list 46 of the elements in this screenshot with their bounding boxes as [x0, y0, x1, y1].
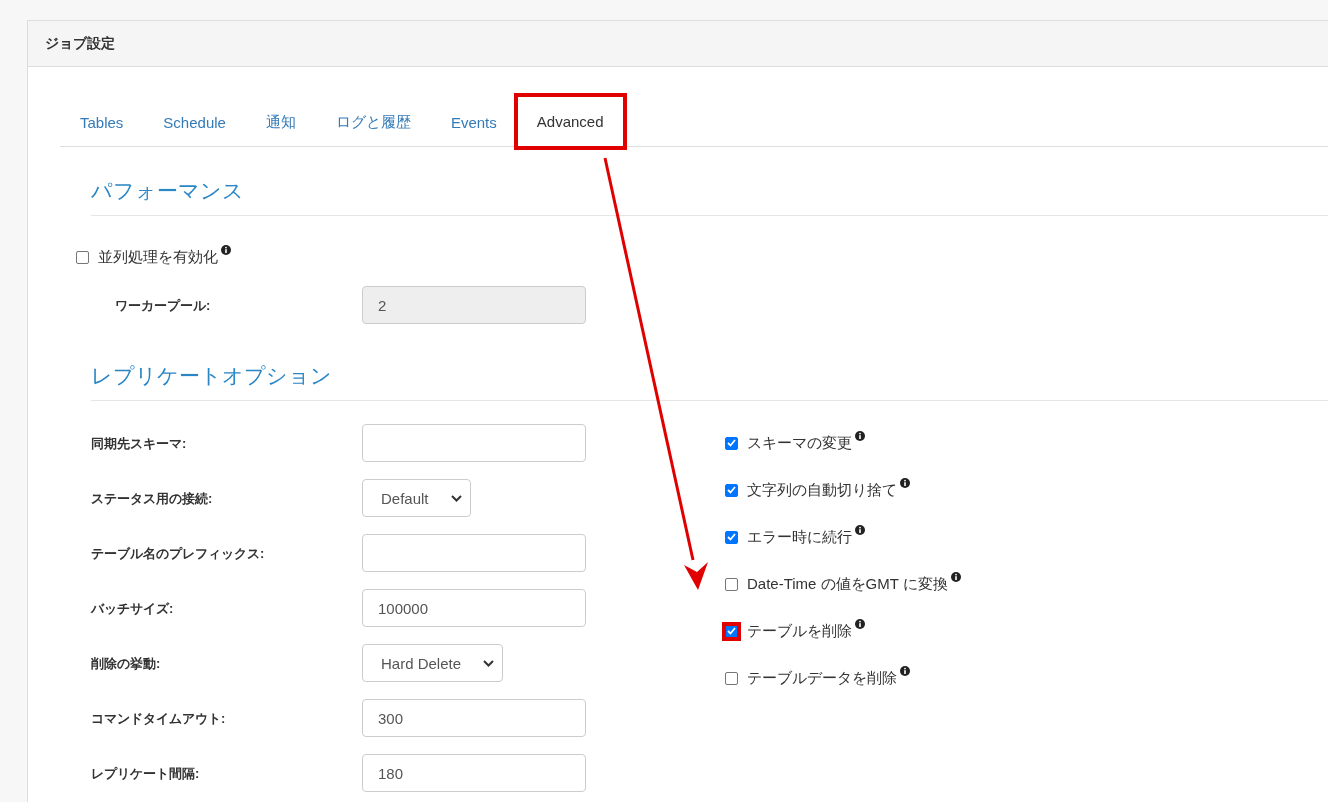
dropdown[interactable]: Default — [362, 479, 471, 517]
tab[interactable]: Tables — [60, 97, 144, 147]
checkbox-label: テーブルを削除 — [747, 621, 852, 641]
tab[interactable]: 通知 — [245, 97, 316, 147]
input-field[interactable]: 300 — [362, 699, 586, 737]
field-label: コマンドタイムアウト: — [91, 710, 226, 726]
checkbox[interactable] — [76, 250, 89, 264]
field-label: 削除の挙動: — [91, 655, 161, 671]
checkbox-label: テーブルデータを削除 — [747, 668, 897, 688]
checkbox[interactable] — [725, 530, 738, 544]
checkbox-label: Date-Time の値をGMT に変換 — [747, 574, 948, 594]
tab[interactable]: Events — [430, 97, 517, 147]
checkbox[interactable] — [725, 671, 738, 685]
chevron-down-icon — [450, 494, 462, 502]
info-icon — [221, 245, 231, 255]
dropdown[interactable]: Hard Delete — [362, 644, 504, 682]
tab[interactable]: ログと履歴 — [315, 97, 431, 147]
field-label: バッチサイズ: — [91, 600, 174, 616]
info-icon — [855, 619, 865, 629]
field-label: レプリケート間隔: — [91, 765, 200, 781]
tab[interactable]: Schedule — [143, 97, 246, 147]
section-heading: パフォーマンス — [91, 147, 1328, 216]
checkbox-label: 並列処理を有効化 — [98, 247, 218, 267]
info-icon — [950, 572, 961, 582]
checkbox-label: スキーマの変更 — [747, 433, 852, 453]
section-heading: レプリケートオプション — [91, 324, 1328, 401]
field-label: ステータス用の接続: — [91, 490, 213, 506]
checkbox[interactable] — [725, 483, 738, 497]
checkbox-label: 文字列の自動切り捨て — [747, 480, 897, 500]
info-icon — [855, 525, 865, 535]
input-field[interactable]: 180 — [362, 754, 586, 792]
checkbox[interactable] — [725, 577, 738, 591]
chevron-down-icon — [483, 659, 495, 667]
field-label: 同期先スキーマ: — [91, 435, 187, 451]
input-field[interactable] — [362, 534, 586, 572]
info-icon — [900, 478, 910, 488]
checkbox[interactable] — [725, 436, 738, 450]
panel-title: ジョブ設定 — [45, 34, 115, 53]
field-label: テーブル名のプレフィックス: — [91, 545, 265, 561]
info-icon — [900, 666, 910, 676]
input-field[interactable] — [362, 424, 586, 462]
info-icon — [855, 431, 865, 441]
checkbox-label: エラー時に続行 — [747, 527, 852, 547]
field-label: ワーカープール: — [115, 297, 211, 313]
tab[interactable]: Advanced — [516, 96, 624, 147]
input-field[interactable]: 100000 — [362, 589, 586, 627]
